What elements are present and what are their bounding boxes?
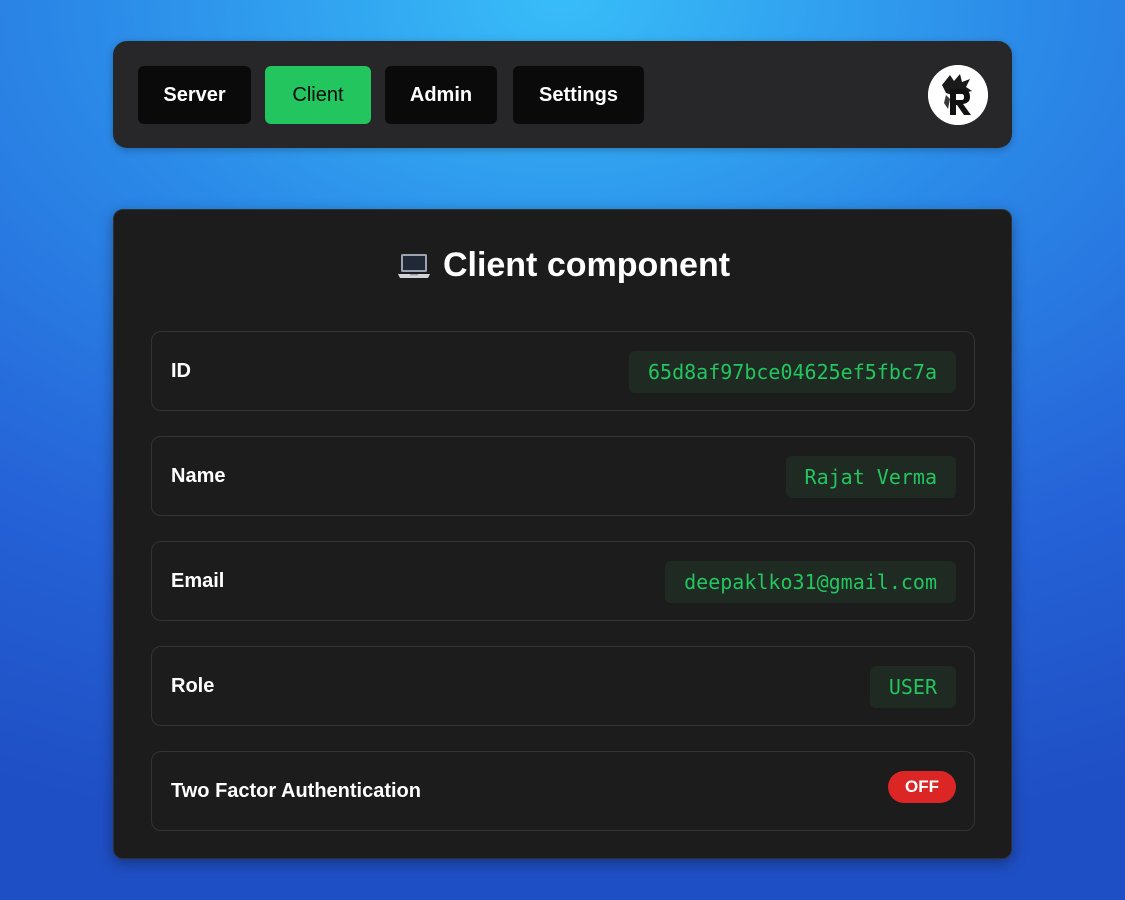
tab-admin[interactable]: Admin: [385, 66, 497, 124]
lion-r-logo-icon: [928, 65, 988, 125]
row-email: Email deepaklko31@gmail.com: [151, 541, 975, 621]
page-title: Client component: [442, 246, 731, 284]
laptop-icon: [395, 247, 433, 285]
tab-server[interactable]: Server: [138, 66, 251, 124]
name-value: Rajat Verma: [785, 456, 956, 498]
tab-settings[interactable]: Settings: [513, 66, 644, 124]
row-two-factor: Two Factor Authentication OFF: [151, 751, 975, 831]
avatar[interactable]: [928, 65, 988, 125]
id-value: 65d8af97bce04625ef5fbc7a: [629, 351, 956, 393]
tab-client[interactable]: Client: [265, 66, 371, 124]
card-title: Client component: [114, 246, 1011, 285]
role-value: USER: [869, 666, 956, 708]
row-label: Email: [171, 569, 225, 592]
client-component-card: Client component ID 65d8af97bce04625ef5f…: [113, 209, 1012, 859]
row-label: Name: [171, 464, 226, 487]
top-navbar: Server Client Admin Settings: [113, 41, 1012, 148]
row-label: ID: [171, 359, 191, 382]
two-factor-status-badge[interactable]: OFF: [888, 771, 956, 803]
row-label: Role: [171, 674, 215, 697]
row-id: ID 65d8af97bce04625ef5fbc7a: [151, 331, 975, 411]
row-name: Name Rajat Verma: [151, 436, 975, 516]
row-label: Two Factor Authentication: [171, 779, 421, 802]
email-value: deepaklko31@gmail.com: [665, 561, 956, 603]
row-role: Role USER: [151, 646, 975, 726]
